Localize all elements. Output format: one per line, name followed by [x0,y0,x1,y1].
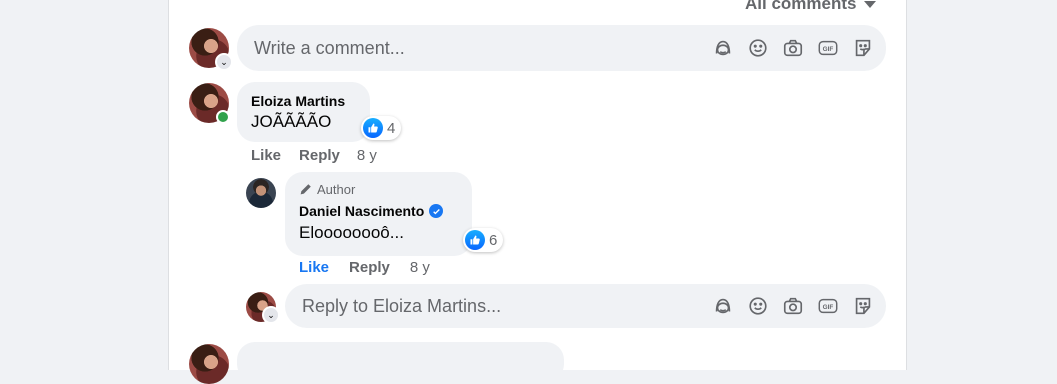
comment-reply-button[interactable]: Reply [299,147,340,164]
reply-actions: Like Reply 8 y [299,259,430,276]
camera-icon[interactable] [782,37,804,59]
verified-badge-icon [429,204,444,218]
comment-reaction-summary[interactable]: 4 [361,116,402,140]
chevron-down-icon[interactable]: ⌄ [215,53,233,71]
comment-timestamp[interactable]: 8 y [357,147,377,164]
next-comment-bubble [237,342,564,382]
next-commenter-avatar[interactable] [189,344,229,384]
author-badge-label: Author [317,182,356,197]
reply-like-button[interactable]: Like [299,259,329,276]
reply-bubble: Author Daniel Nascimento Eloooooooô... [285,172,472,256]
like-reaction-icon [363,118,383,138]
sticker-icon[interactable] [852,295,874,317]
like-reaction-icon [465,230,485,250]
sticker-icon[interactable] [852,37,874,59]
comment-bubble: Eloiza Martins JOÃÃÃÃO [237,82,370,142]
chevron-down-icon[interactable]: ⌄ [262,306,280,324]
avatar-sticker-icon[interactable] [712,37,734,59]
comment-input[interactable] [252,24,712,72]
reply-author[interactable]: Daniel Nascimento [299,203,424,219]
all-comments-label: All comments [745,0,857,13]
all-comments-filter[interactable]: All comments [745,0,877,14]
comment-like-button[interactable]: Like [251,147,281,164]
comment-actions: Like Reply 8 y [251,147,377,164]
online-status-dot [216,110,230,124]
reply-reply-button[interactable]: Reply [349,259,390,276]
author-badge: Author [299,182,458,197]
pencil-icon [300,184,311,195]
emoji-icon[interactable] [747,295,769,317]
reply-author-avatar[interactable] [246,178,276,208]
comment-author[interactable]: Eloiza Martins [251,93,356,109]
comment-reaction-count: 4 [387,119,396,137]
avatar-sticker-icon[interactable] [712,295,734,317]
svg-text:GIF: GIF [823,304,834,311]
comment-text: JOÃÃÃÃO [251,112,332,131]
svg-text:GIF: GIF [823,46,834,53]
comment-composer: GIF [237,24,886,72]
caret-down-icon [864,0,877,8]
emoji-icon[interactable] [747,37,769,59]
reply-reaction-summary[interactable]: 6 [463,228,504,252]
reply-timestamp[interactable]: 8 y [410,259,430,276]
reply-text: Eloooooooô... [299,223,404,242]
gif-icon[interactable]: GIF [817,295,839,317]
gif-icon[interactable]: GIF [817,37,839,59]
reply-reaction-count: 6 [489,231,498,249]
camera-icon[interactable] [782,295,804,317]
reply-composer: GIF [285,283,886,329]
reply-input[interactable] [300,283,712,329]
